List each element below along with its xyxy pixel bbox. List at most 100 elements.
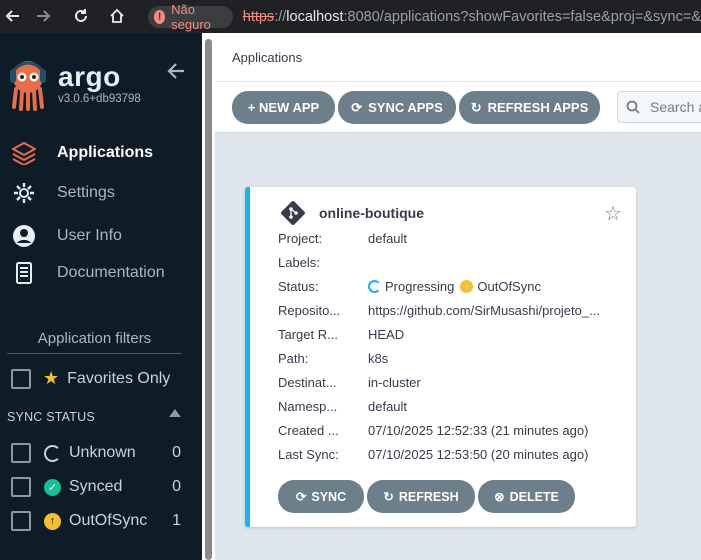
back-button[interactable] xyxy=(0,3,26,29)
field-key: Target R... xyxy=(278,327,338,342)
circle-notch-icon xyxy=(44,444,61,462)
refresh-label: REFRESH xyxy=(398,489,459,504)
sync-icon: ⟳ xyxy=(351,99,363,115)
outofsync-checkbox[interactable] xyxy=(11,511,31,531)
security-chip[interactable]: ! Não seguro xyxy=(148,2,233,32)
sidebar-item-label: User Info xyxy=(57,227,122,244)
sync-icon: ⟳ xyxy=(295,490,307,504)
sidebar-item-settings[interactable]: Settings xyxy=(10,179,200,207)
document-icon xyxy=(10,259,38,287)
caret-up-icon[interactable] xyxy=(169,409,181,417)
url-text: https://localhost:8080/applications?show… xyxy=(242,8,701,25)
scrollbar-thumb[interactable] xyxy=(205,39,212,560)
url-scheme: https xyxy=(242,8,275,25)
version-label: v3.0.6+db93798 xyxy=(58,93,141,105)
sync-apps-button[interactable]: ⟳ SYNC APPS xyxy=(338,91,456,124)
sync-button[interactable]: ⟳ SYNC xyxy=(278,480,364,513)
sync-label: SYNC xyxy=(311,489,347,504)
warning-icon: ! xyxy=(154,9,166,24)
field-value: https://github.com/SirMusashi/projeto_..… xyxy=(368,303,600,318)
url-host: localhost xyxy=(286,8,344,25)
favorite-star-icon[interactable]: ☆ xyxy=(604,201,622,226)
sync-filter-label: OutOfSync xyxy=(69,512,148,529)
reload-button[interactable] xyxy=(68,3,94,29)
synced-checkbox[interactable] xyxy=(11,477,31,497)
arrow-up-circle-icon: ↑ xyxy=(44,512,61,530)
field-last-sync: Last Sync: 07/10/2025 12:53:50 (20 minut… xyxy=(278,447,628,462)
address-bar[interactable]: ! Não seguro https://localhost:8080/appl… xyxy=(148,0,701,33)
sync-filter-label: Synced xyxy=(69,478,123,495)
favorites-label: Favorites Only xyxy=(67,369,171,387)
star-icon: ★ xyxy=(43,368,60,388)
search-input[interactable]: Search a xyxy=(617,91,701,123)
field-key: Status: xyxy=(278,279,319,294)
refresh-apps-button[interactable]: ↻ REFRESH APPS xyxy=(459,91,600,124)
unknown-checkbox[interactable] xyxy=(11,443,31,463)
field-target-revision: Target R... HEAD xyxy=(278,327,628,342)
search-placeholder: Search a xyxy=(650,99,701,115)
field-key: Last Sync: xyxy=(278,447,339,462)
url-rest: :8080/applications?showFavorites=false&p… xyxy=(343,8,701,25)
field-value: HEAD xyxy=(368,327,405,342)
field-repository: Reposito... https://github.com/SirMusash… xyxy=(278,303,628,318)
sidebar-item-label: Applications xyxy=(57,144,154,161)
refresh-button[interactable]: ↻ REFRESH xyxy=(367,480,475,513)
sync-filter-count: 0 xyxy=(172,478,181,495)
field-created-at: Created ... 07/10/2025 12:52:33 (21 minu… xyxy=(278,423,628,438)
favorites-filter[interactable]: ★ Favorites Only xyxy=(11,368,170,389)
field-value: in-cluster xyxy=(368,375,421,390)
sync-filter-count: 1 xyxy=(172,512,181,529)
refresh-apps-label: REFRESH APPS xyxy=(487,100,589,115)
sync-filter-outofsync[interactable]: ↑ OutOfSync 1 xyxy=(11,511,181,531)
app-name[interactable]: online-boutique xyxy=(319,205,424,221)
field-project: Project: default xyxy=(278,231,628,246)
sync-filter-label: Unknown xyxy=(69,444,136,461)
field-key: Path: xyxy=(278,351,309,366)
sync-filter-synced[interactable]: ✓ Synced 0 xyxy=(11,477,181,497)
security-label: Não seguro xyxy=(171,1,211,32)
field-key: Reposito... xyxy=(278,303,341,318)
favorites-checkbox[interactable] xyxy=(11,368,31,389)
page-header: Applications + NEW APP ⟳ SYNC APPS ↻ REF… xyxy=(215,33,701,133)
field-value: default xyxy=(368,399,408,414)
vertical-scrollbar[interactable] xyxy=(202,33,215,560)
application-card[interactable]: online-boutique ☆ Project: default Label… xyxy=(245,187,636,527)
sidebar-item-applications[interactable]: Applications xyxy=(10,139,200,167)
sidebar-item-user-info[interactable]: User Info xyxy=(10,222,200,250)
check-circle-icon: ✓ xyxy=(44,478,61,496)
argo-logo xyxy=(8,59,48,111)
field-key: Namesp... xyxy=(278,399,338,414)
field-labels: Labels: xyxy=(278,255,628,270)
gear-icon xyxy=(10,179,38,207)
browser-toolbar: ! Não seguro https://localhost:8080/appl… xyxy=(0,0,701,33)
field-destination: Destinat... in-cluster xyxy=(278,375,628,390)
sidebar-item-documentation[interactable]: Documentation xyxy=(10,259,200,287)
delete-button[interactable]: ⊗ DELETE xyxy=(478,480,575,513)
field-status: Status: Progressing ↑ OutOfSync xyxy=(278,279,628,294)
field-value: 07/10/2025 12:53:50 (20 minutes ago) xyxy=(368,447,589,462)
home-icon xyxy=(110,8,124,23)
user-circle-icon xyxy=(10,222,38,250)
sync-status: OutOfSync xyxy=(477,279,541,294)
git-icon xyxy=(280,200,306,231)
main-content: Applications + NEW APP ⟳ SYNC APPS ↻ REF… xyxy=(215,33,701,560)
new-app-button[interactable]: + NEW APP xyxy=(232,91,335,124)
arrow-left-icon xyxy=(5,10,19,22)
forward-button[interactable] xyxy=(30,3,56,29)
sync-filter-unknown[interactable]: Unknown 0 xyxy=(11,443,181,463)
refresh-icon: ↻ xyxy=(470,99,482,115)
header-divider xyxy=(215,81,701,82)
sidebar-item-label: Settings xyxy=(57,184,115,201)
sync-apps-label: SYNC APPS xyxy=(368,100,443,115)
argo-octopus-icon xyxy=(10,61,46,111)
brand-name: argo xyxy=(58,61,121,92)
delete-label: DELETE xyxy=(509,489,559,504)
sync-filter-count: 0 xyxy=(172,444,181,461)
home-button[interactable] xyxy=(104,3,130,29)
sidebar-item-label: Documentation xyxy=(57,264,165,281)
collapse-sidebar-button[interactable] xyxy=(166,61,186,87)
sync-status-title: SYNC STATUS xyxy=(7,410,95,424)
field-key: Created ... xyxy=(278,423,339,438)
field-key: Project: xyxy=(278,231,323,246)
arrow-right-icon xyxy=(37,10,51,22)
